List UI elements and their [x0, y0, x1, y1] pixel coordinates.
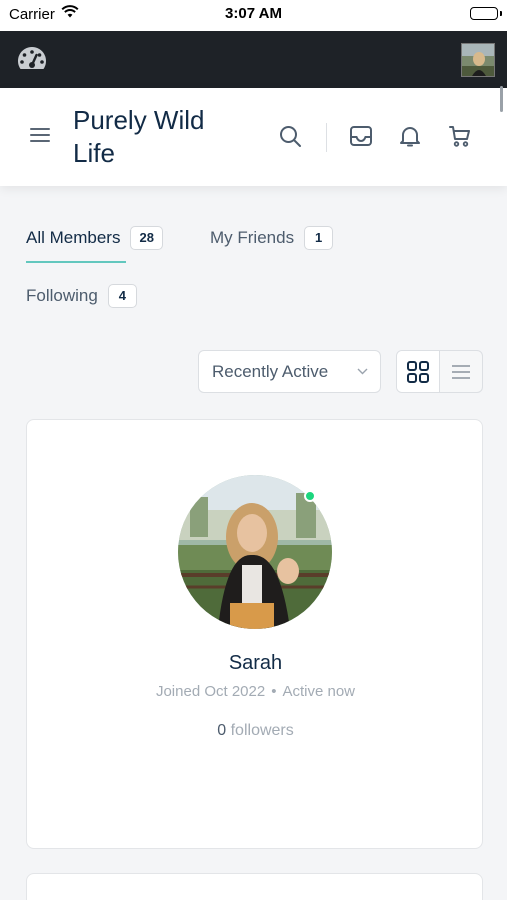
tab-following[interactable]: Following 4	[26, 284, 137, 308]
bell-icon[interactable]	[397, 123, 423, 149]
status-bar: Carrier 3:07 AM	[0, 0, 507, 31]
member-meta: Joined Oct 2022 • Active now	[27, 683, 484, 700]
meta-separator: •	[271, 683, 277, 700]
member-followers: 0 followers	[27, 722, 484, 740]
tab-label: All Members	[26, 228, 121, 247]
followers-label: followers	[230, 722, 294, 739]
tab-label: Following	[26, 286, 98, 305]
tab-my-friends[interactable]: My Friends 1	[210, 226, 334, 250]
scrollbar[interactable]	[500, 86, 503, 112]
battery-nub	[500, 11, 502, 16]
tab-count-badge: 28	[130, 226, 163, 250]
grid-icon	[406, 360, 429, 383]
member-card[interactable]	[26, 873, 483, 900]
inbox-icon[interactable]	[348, 123, 374, 149]
list-icon	[451, 364, 470, 379]
tab-count-badge: 1	[304, 226, 334, 250]
tab-label: My Friends	[210, 228, 295, 247]
followers-count: 0	[217, 722, 227, 739]
online-status-indicator	[304, 490, 316, 502]
cart-icon[interactable]	[447, 123, 473, 149]
site-header: Purely Wild Life	[0, 88, 507, 186]
header-divider	[326, 123, 327, 152]
tab-all-members[interactable]: All Members 28	[26, 226, 163, 250]
dashboard-gauge-icon[interactable]	[15, 44, 49, 79]
tab-count-badge: 4	[107, 284, 137, 308]
search-icon[interactable]	[277, 123, 303, 149]
battery-icon	[470, 7, 498, 20]
site-title[interactable]: Purely Wild Life	[73, 104, 243, 170]
admin-bar	[0, 31, 507, 88]
list-view-button[interactable]	[440, 351, 483, 392]
clock: 3:07 AM	[225, 5, 282, 22]
grid-view-button[interactable]	[397, 351, 440, 392]
member-card[interactable]: Sarah Joined Oct 2022 • Active now 0 follo…	[26, 419, 483, 849]
member-joined-date: Joined Oct 2022	[155, 683, 266, 700]
member-name[interactable]: Sarah	[27, 652, 484, 675]
active-tab-indicator	[26, 261, 126, 263]
member-activity-status: Active now	[282, 683, 356, 700]
sort-dropdown[interactable]: Recently Active	[198, 350, 381, 393]
menu-icon[interactable]	[30, 128, 50, 146]
view-toggle	[396, 350, 483, 393]
user-avatar[interactable]	[461, 43, 495, 77]
sort-selected-value: Recently Active	[212, 362, 329, 381]
chevron-down-icon	[357, 351, 368, 410]
